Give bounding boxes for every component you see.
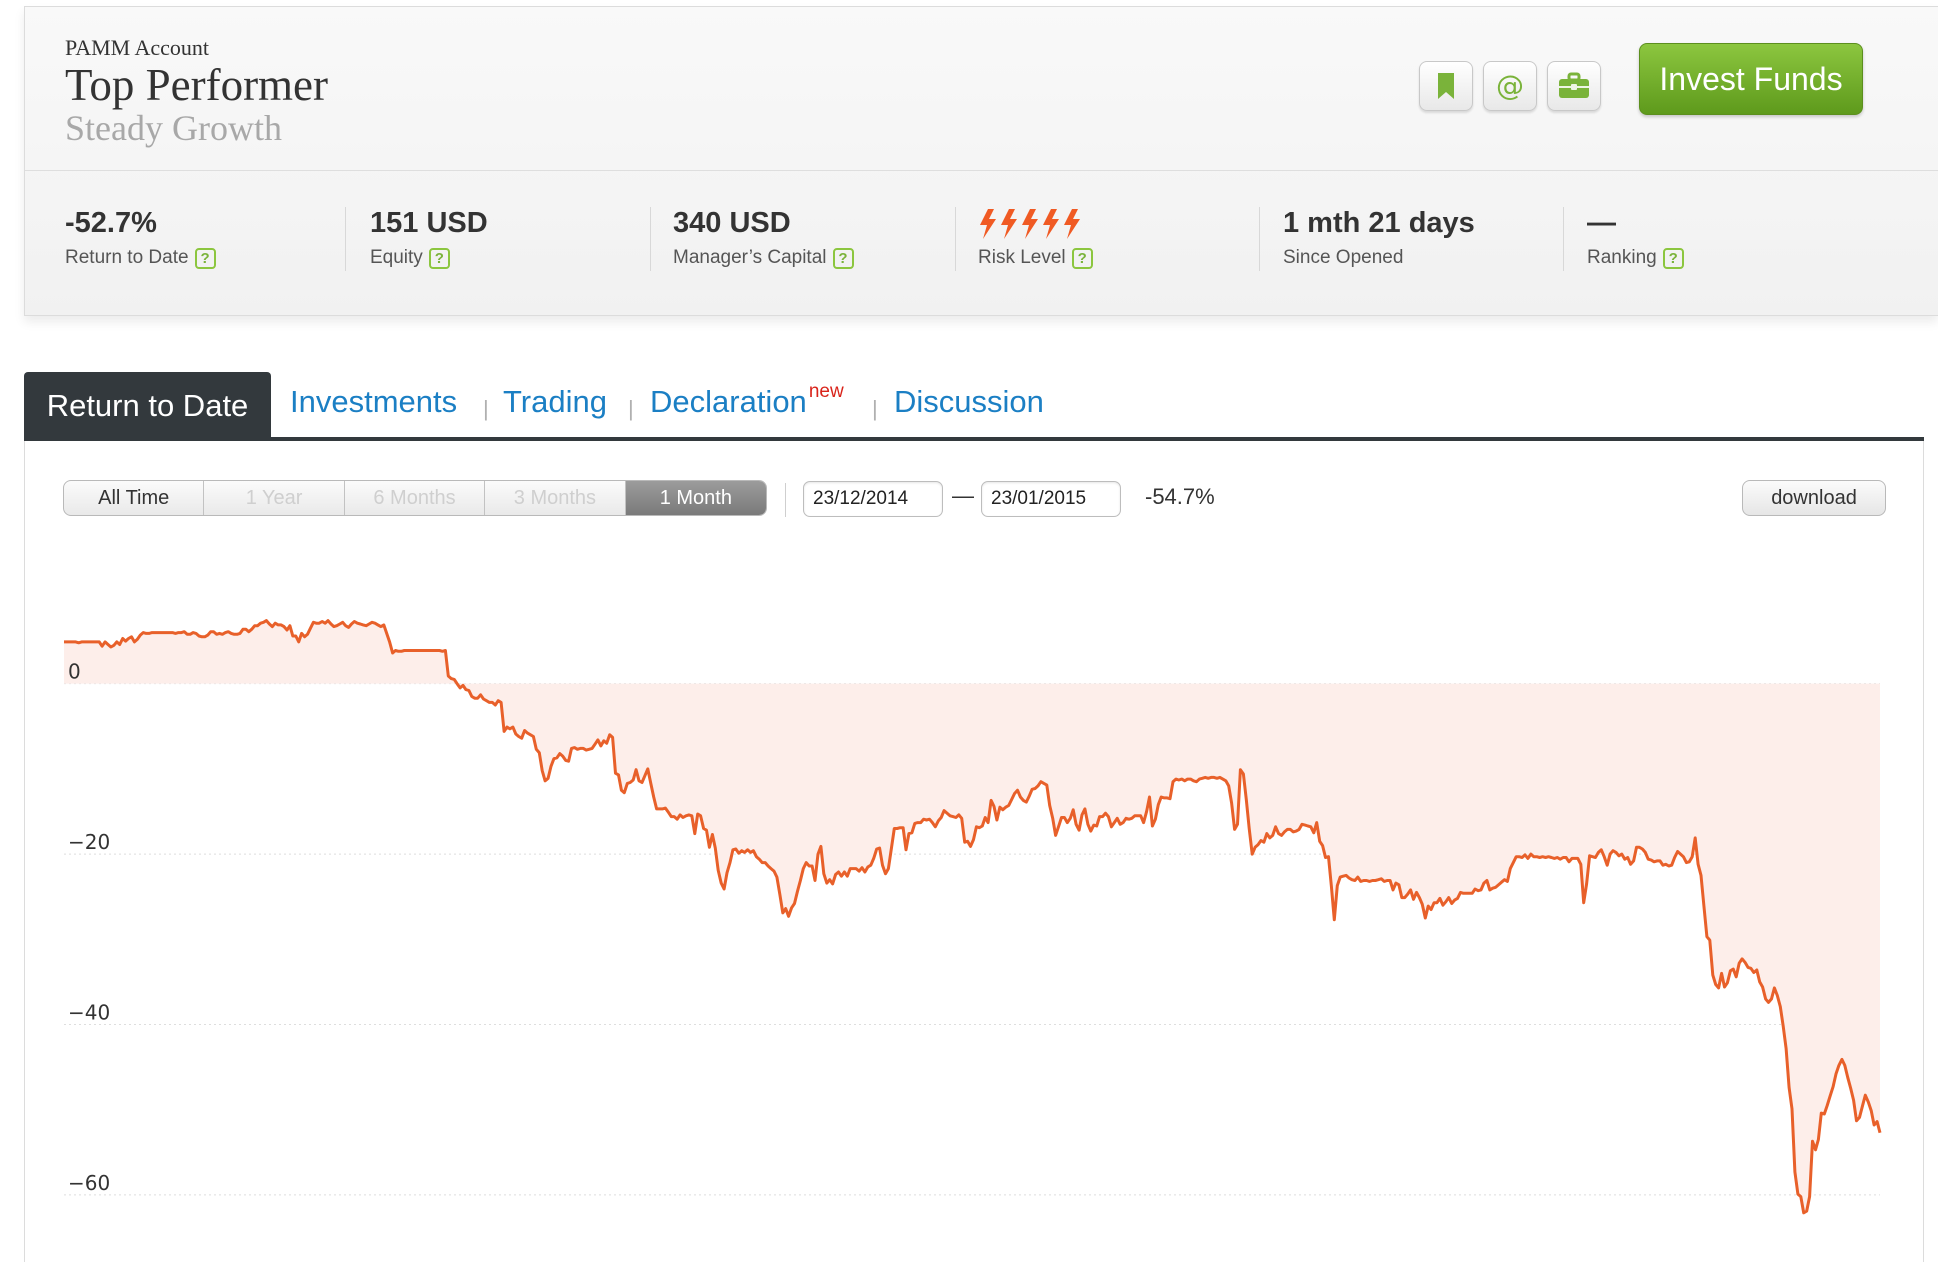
y-tick-label: −60 (68, 1171, 110, 1195)
y-tick-label: −20 (68, 830, 110, 854)
return-chart: 0 −20 −40 −60 (64, 619, 1882, 1215)
y-tick-label: 0 (68, 660, 81, 684)
y-tick-label: −40 (68, 1001, 110, 1025)
area-fill (64, 620, 1880, 1213)
